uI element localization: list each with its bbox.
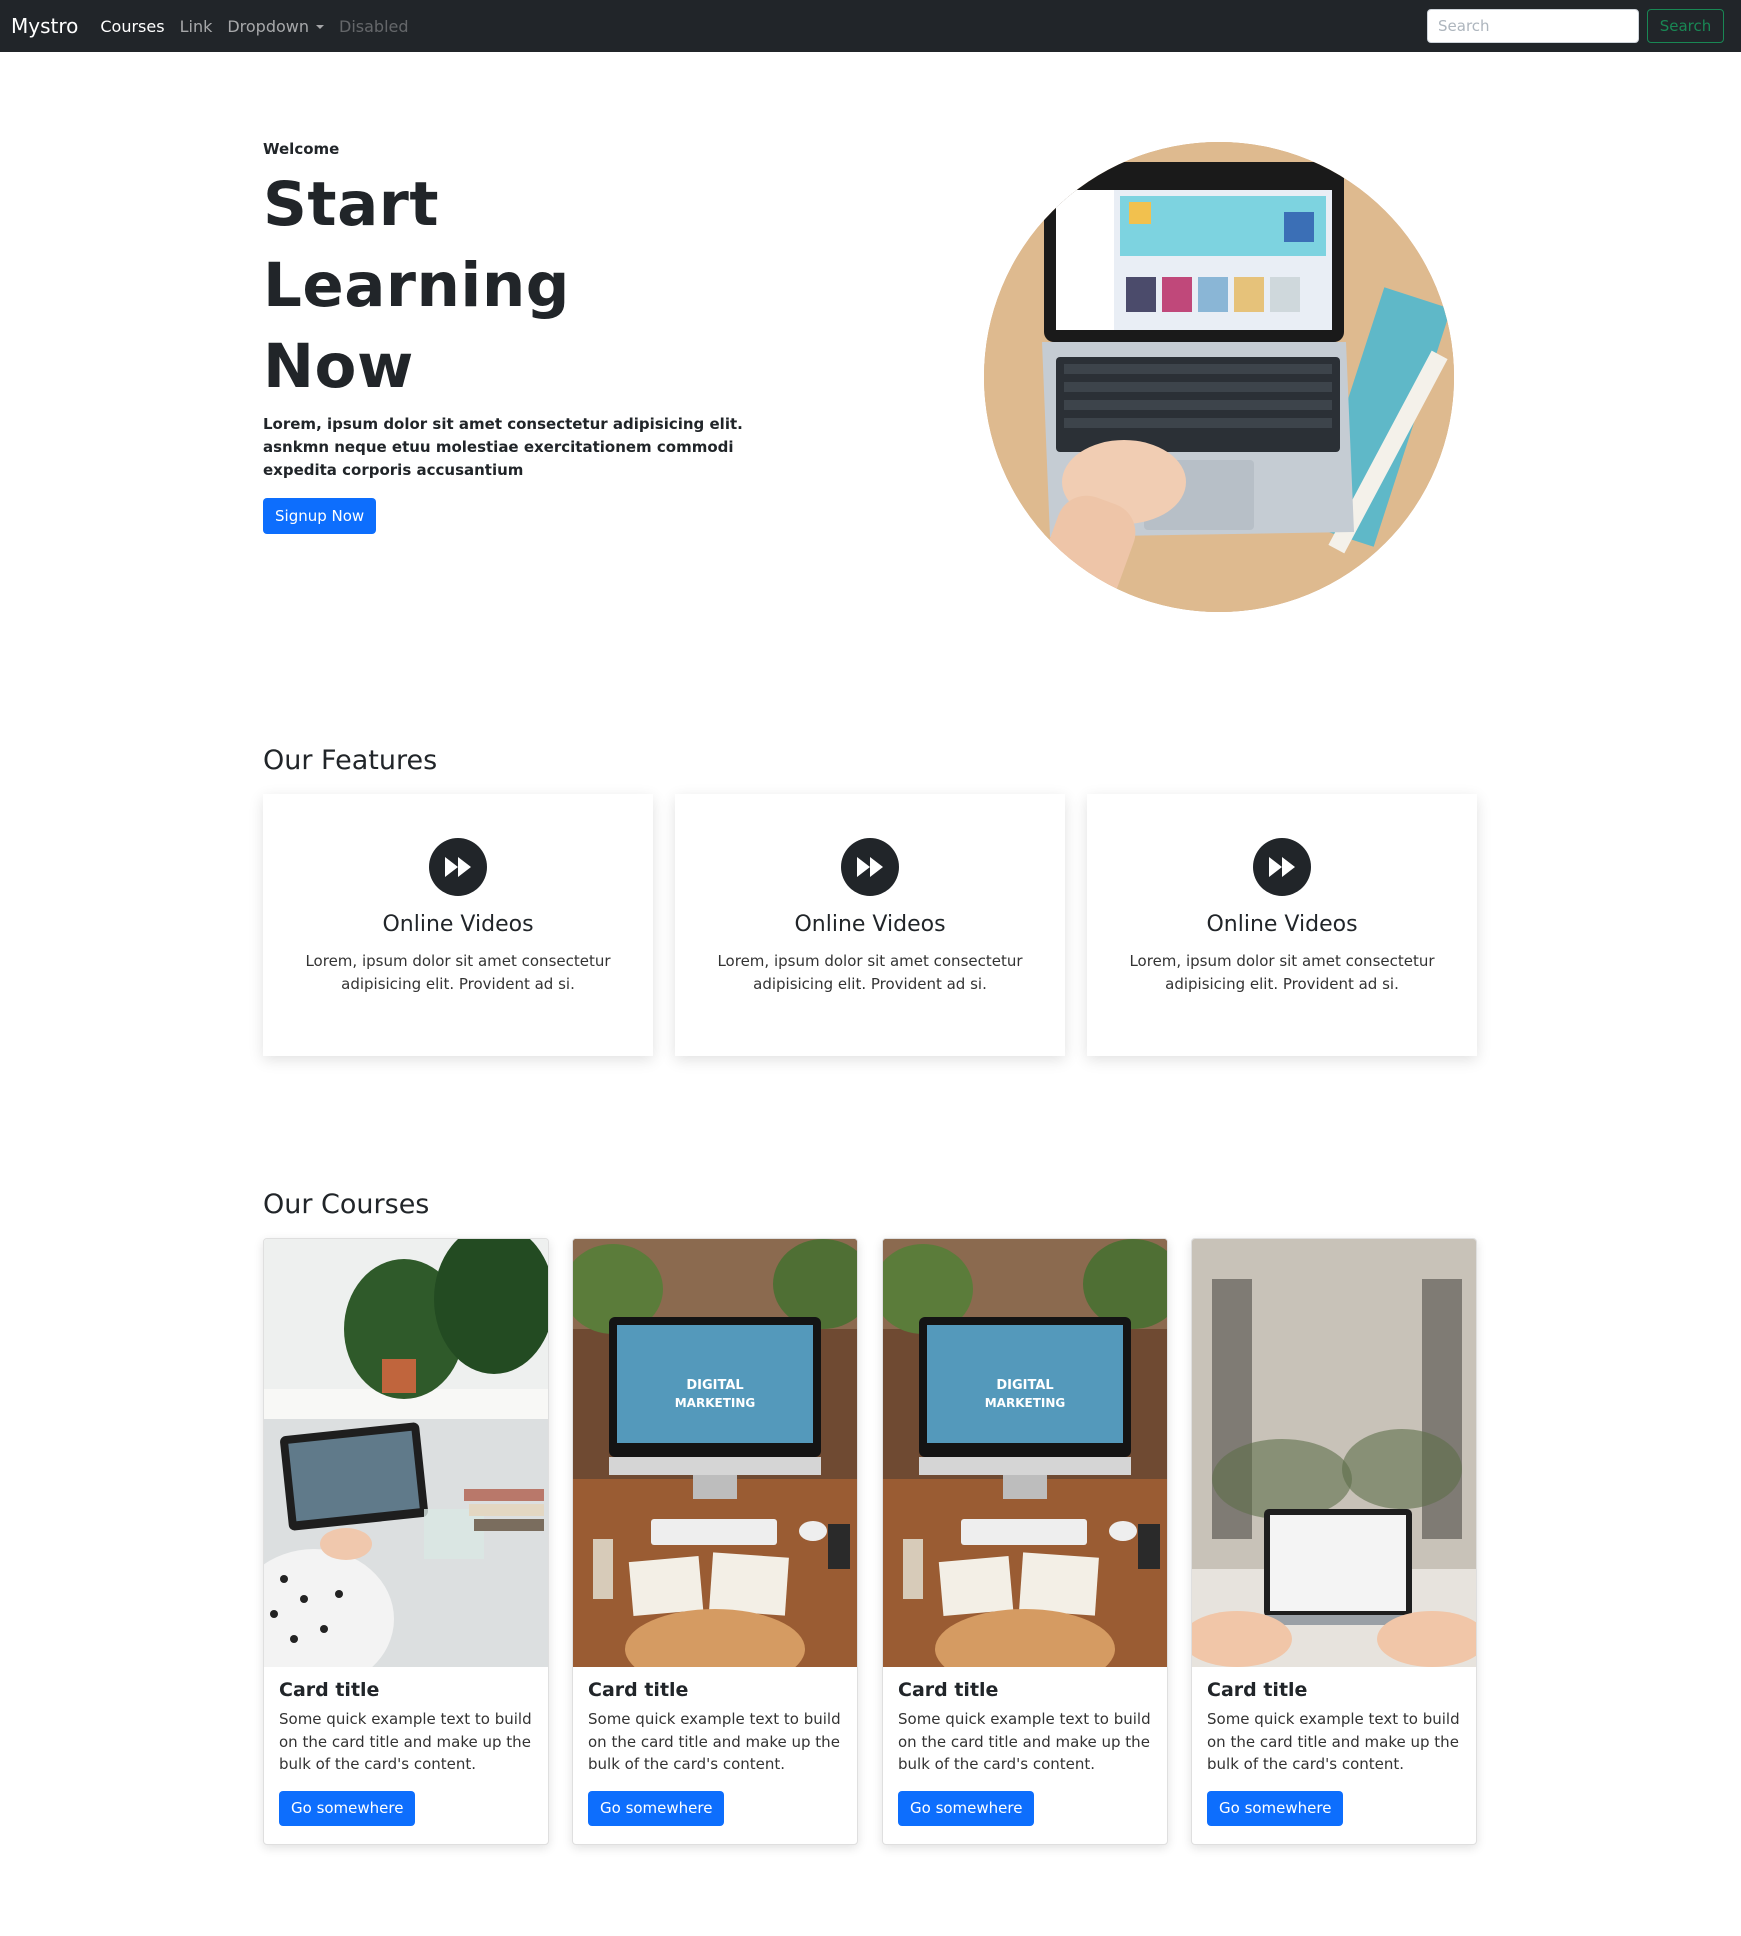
course-body: Card title Some quick example text to bu… [264, 1679, 548, 1826]
feature-text: Lorem, ipsum dolor sit amet consectetur … [717, 952, 1023, 993]
feature-text: Lorem, ipsum dolor sit amet consectetur … [305, 952, 611, 993]
monitor-text-marketing: MARKETING [675, 1396, 756, 1410]
go-somewhere-button[interactable]: Go somewhere [1207, 1790, 1344, 1826]
course-image-woman-laptop [264, 1239, 548, 1667]
card-text: Some quick example text to build on the … [588, 1710, 841, 1773]
feature-card: Online Videos Lorem, ipsum dolor sit ame… [263, 794, 653, 1056]
signup-button[interactable]: Signup Now [263, 498, 377, 534]
fast-forward-icon [429, 838, 487, 896]
card-text: Some quick example text to build on the … [1207, 1710, 1460, 1773]
monitor-text-digital: DIGITAL [996, 1378, 1053, 1393]
hero-eyebrow: Welcome [263, 140, 340, 158]
caret-down-icon [316, 25, 325, 29]
course-image-digital-marketing: DIGITAL MARKETING [883, 1239, 1167, 1667]
brand-link[interactable]: Mystro [11, 14, 78, 38]
search-input[interactable] [1427, 9, 1639, 43]
search-form: Search [1427, 9, 1724, 43]
nav-link-link[interactable]: Link [180, 17, 213, 36]
course-card: Card title Some quick example text to bu… [263, 1238, 549, 1845]
go-somewhere-button[interactable]: Go somewhere [898, 1790, 1035, 1826]
monitor-text-digital: DIGITAL [686, 1378, 743, 1393]
course-card: DIGITAL MARKETING Card title Some quick … [572, 1238, 858, 1845]
card-title: Card title [898, 1679, 999, 1701]
hero-section: Welcome Start Learning Now Lorem, ipsum … [263, 140, 783, 534]
features-title: Our Features [263, 745, 438, 776]
nav-link-disabled: Disabled [339, 16, 409, 36]
hero-title: Start Learning Now [263, 169, 570, 402]
course-card: DIGITAL MARKETING Card title Some quick … [882, 1238, 1168, 1845]
course-card: Card title Some quick example text to bu… [1191, 1238, 1477, 1845]
feature-card: Online Videos Lorem, ipsum dolor sit ame… [1087, 794, 1477, 1056]
hero-laptop-image [984, 142, 1454, 612]
nav-link-courses[interactable]: Courses [100, 17, 164, 36]
monitor-text-marketing: MARKETING [985, 1396, 1066, 1410]
card-title: Card title [1207, 1679, 1308, 1701]
course-body: Card title Some quick example text to bu… [573, 1679, 857, 1826]
nav-dropdown-label: Dropdown [227, 16, 310, 36]
hero-text: Lorem, ipsum dolor sit amet consectetur … [263, 415, 743, 479]
feature-title: Online Videos [382, 912, 534, 937]
courses-title: Our Courses [263, 1189, 430, 1220]
course-body: Card title Some quick example text to bu… [1192, 1679, 1476, 1826]
course-image-blank-laptop [1192, 1239, 1476, 1667]
go-somewhere-button[interactable]: Go somewhere [588, 1790, 725, 1826]
navbar: Mystro Courses Link Dropdown Disabled Se… [0, 0, 1741, 52]
feature-title: Online Videos [1206, 912, 1358, 937]
go-somewhere-button[interactable]: Go somewhere [279, 1790, 416, 1826]
card-text: Some quick example text to build on the … [898, 1710, 1151, 1773]
fast-forward-icon [841, 838, 899, 896]
course-image-digital-marketing: DIGITAL MARKETING [573, 1239, 857, 1667]
feature-text: Lorem, ipsum dolor sit amet consectetur … [1129, 952, 1435, 993]
course-body: Card title Some quick example text to bu… [883, 1679, 1167, 1826]
card-title: Card title [588, 1679, 689, 1701]
card-text: Some quick example text to build on the … [279, 1710, 532, 1773]
fast-forward-icon [1253, 838, 1311, 896]
feature-title: Online Videos [794, 912, 946, 937]
nav-dropdown[interactable]: Dropdown [227, 16, 325, 36]
feature-card: Online Videos Lorem, ipsum dolor sit ame… [675, 794, 1065, 1056]
search-button[interactable]: Search [1647, 9, 1724, 43]
card-title: Card title [279, 1679, 380, 1701]
